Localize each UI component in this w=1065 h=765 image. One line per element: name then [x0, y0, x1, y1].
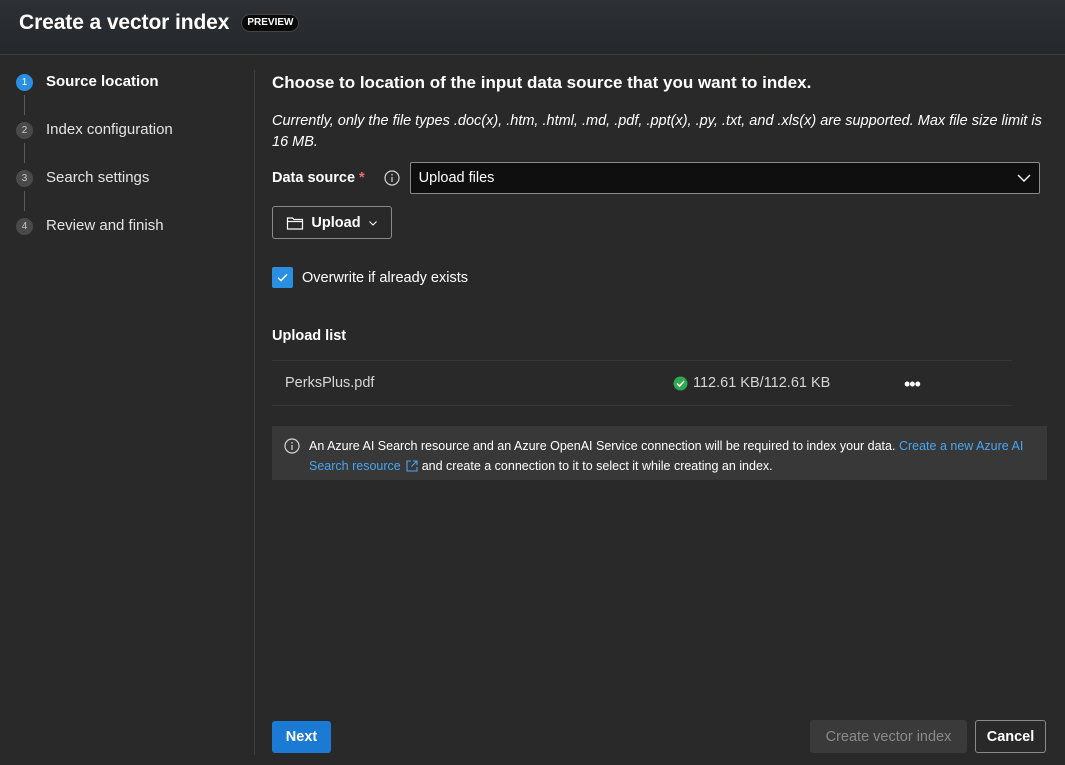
cancel-button[interactable]: Cancel: [975, 720, 1046, 753]
info-text: An Azure AI Search resource and an Azure…: [309, 439, 896, 453]
main-content: Choose to location of the input data sou…: [272, 70, 1047, 480]
info-message: An Azure AI Search resource and an Azure…: [309, 436, 1035, 473]
step-search-settings[interactable]: 3 Search settings: [16, 166, 246, 214]
dialog-header: Create a vector index PREVIEW: [0, 0, 1065, 55]
file-types-note: Currently, only the file types .doc(x), …: [272, 113, 1042, 150]
external-link-icon: [406, 460, 418, 472]
folder-icon: [287, 216, 304, 230]
data-source-dropdown[interactable]: Upload files: [409, 162, 1040, 194]
step-connector: [24, 191, 25, 211]
info-icon[interactable]: [384, 170, 400, 186]
step-connector: [24, 95, 25, 115]
step-number: 2: [16, 122, 33, 139]
overwrite-label: Overwrite if already exists: [302, 269, 468, 286]
data-source-label: Data source *: [272, 170, 365, 186]
step-label: Source location: [46, 73, 159, 90]
success-check-icon: [673, 376, 688, 390]
file-name: PerksPlus.pdf: [285, 375, 375, 391]
section-title: Choose to location of the input data sou…: [272, 73, 812, 92]
step-source-location[interactable]: 1 Source location: [16, 70, 246, 118]
step-review-and-finish[interactable]: 4 Review and finish: [16, 214, 246, 262]
create-vector-index-button[interactable]: Create vector index: [810, 720, 967, 753]
file-size: 112.61 KB/112.61 KB: [693, 375, 831, 391]
upload-list-title: Upload list: [272, 328, 347, 344]
step-number: 3: [16, 170, 33, 187]
data-source-row: Data source * Upload files: [272, 162, 1047, 194]
upload-button[interactable]: Upload: [272, 206, 392, 239]
preview-badge: PREVIEW: [241, 14, 300, 32]
more-options-icon[interactable]: •••: [904, 374, 921, 395]
step-number: 4: [16, 218, 33, 235]
info-icon: [284, 438, 300, 454]
step-label: Index configuration: [46, 121, 173, 138]
info-text-2: and create a connection to it to select …: [421, 459, 773, 473]
step-number: 1: [16, 74, 33, 91]
next-button[interactable]: Next: [272, 721, 331, 753]
data-source-selected: Upload files: [418, 170, 495, 186]
checkmark-icon: [277, 273, 288, 282]
page-title: Create a vector index: [19, 11, 230, 34]
wizard-stepper: 1 Source location 2 Index configuration …: [16, 70, 246, 262]
info-message-bar: An Azure AI Search resource and an Azure…: [272, 426, 1047, 480]
vertical-divider: [254, 70, 255, 755]
file-status: 112.61 KB/112.61 KB: [673, 375, 830, 391]
step-index-configuration[interactable]: 2 Index configuration: [16, 118, 246, 166]
chevron-down-icon: [1017, 174, 1031, 182]
overwrite-row: Overwrite if already exists: [272, 267, 1047, 288]
required-mark: *: [359, 170, 365, 186]
step-connector: [24, 143, 25, 163]
upload-list-item: PerksPlus.pdf 112.61 KB/112.61 KB •••: [272, 360, 1012, 406]
step-label: Search settings: [46, 169, 150, 186]
chevron-down-icon: [368, 220, 377, 226]
step-label: Review and finish: [46, 217, 164, 234]
upload-button-label: Upload: [311, 214, 361, 231]
overwrite-checkbox[interactable]: [272, 267, 293, 288]
